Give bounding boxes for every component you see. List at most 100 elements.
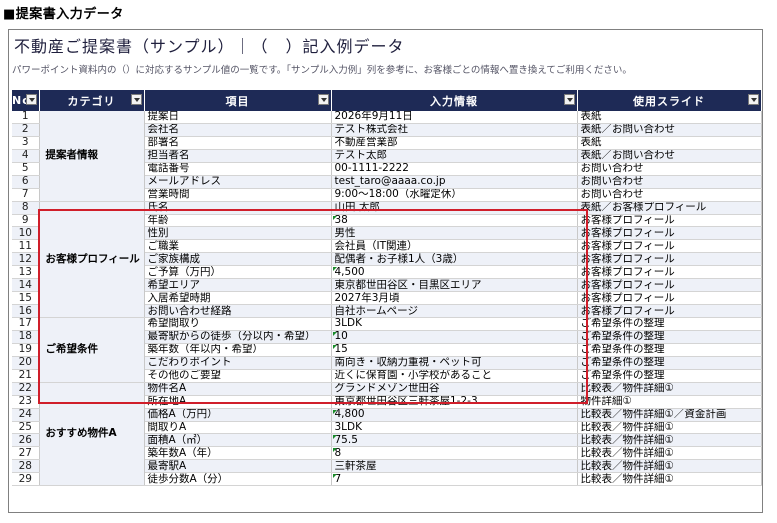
slide-cell[interactable]: お客様プロフィール	[577, 252, 762, 267]
slide-cell[interactable]: お問い合わせ	[577, 188, 762, 202]
input-value-cell[interactable]: 3LDK	[331, 317, 578, 331]
input-value-cell[interactable]: 15	[331, 343, 578, 357]
slide-cell[interactable]: ご希望条件の整理	[577, 330, 762, 344]
item-cell[interactable]: 提案日	[144, 111, 332, 124]
item-cell[interactable]: 最寄駅A	[144, 459, 332, 474]
item-cell[interactable]: 希望エリア	[144, 278, 332, 293]
input-value-cell[interactable]: グランドメゾン世田谷	[331, 382, 578, 396]
input-value-cell[interactable]: 3LDK	[331, 421, 578, 435]
item-cell[interactable]: ご職業	[144, 239, 332, 254]
item-cell[interactable]: メールアドレス	[144, 175, 332, 189]
row-number-cell[interactable]: 4	[12, 149, 40, 163]
input-value-cell[interactable]: 9:00～18:00（水曜定休）	[331, 188, 578, 202]
item-cell[interactable]: その他のご要望	[144, 369, 332, 383]
slide-cell[interactable]: お客様プロフィール	[577, 226, 762, 241]
item-cell[interactable]: 最寄駅からの徒歩（分以内・希望）	[144, 330, 332, 344]
filter-dropdown-icon[interactable]	[747, 94, 759, 105]
row-number-cell[interactable]: 20	[12, 356, 40, 370]
column-header-item[interactable]: 項目	[144, 90, 332, 111]
input-value-cell[interactable]: 8	[331, 446, 578, 461]
row-number-cell[interactable]: 28	[12, 459, 40, 474]
input-value-cell[interactable]: test_taro@aaaa.co.jp	[331, 175, 578, 189]
item-cell[interactable]: ご予算（万円）	[144, 265, 332, 280]
row-number-cell[interactable]: 6	[12, 175, 40, 189]
category-cell[interactable]: ご希望条件	[39, 317, 145, 383]
row-number-cell[interactable]: 17	[12, 317, 40, 331]
row-number-cell[interactable]: 10	[12, 226, 40, 241]
input-value-cell[interactable]: 00-1111-2222	[331, 162, 578, 176]
row-number-cell[interactable]: 25	[12, 421, 40, 435]
slide-cell[interactable]: 比較表／物件詳細①／資金計画	[577, 408, 762, 422]
slide-cell[interactable]: お問い合わせ	[577, 175, 762, 189]
input-value-cell[interactable]: 75.5	[331, 433, 578, 448]
row-number-cell[interactable]: 21	[12, 369, 40, 383]
input-value-cell[interactable]: 三軒茶屋	[331, 459, 578, 474]
input-value-cell[interactable]: 不動産営業部	[331, 136, 578, 150]
slide-cell[interactable]: 物件詳細①	[577, 395, 762, 409]
slide-cell[interactable]: お客様プロフィール	[577, 291, 762, 306]
input-value-cell[interactable]: 7	[331, 472, 578, 487]
slide-cell[interactable]: 比較表／物件詳細①	[577, 446, 762, 461]
item-cell[interactable]: お問い合わせ経路	[144, 304, 332, 318]
row-number-cell[interactable]: 7	[12, 188, 40, 202]
slide-cell[interactable]: お客様プロフィール	[577, 239, 762, 254]
category-cell[interactable]: 提案者情報	[39, 111, 145, 202]
input-value-cell[interactable]: 男性	[331, 226, 578, 241]
column-header-input[interactable]: 入力情報	[331, 90, 578, 111]
row-number-cell[interactable]: 24	[12, 408, 40, 422]
slide-cell[interactable]: 比較表／物件詳細①	[577, 382, 762, 396]
item-cell[interactable]: 価格A（万円）	[144, 408, 332, 422]
input-value-cell[interactable]: 南向き・収納力重視・ペット可	[331, 356, 578, 370]
item-cell[interactable]: 入居希望時期	[144, 291, 332, 306]
slide-cell[interactable]: 表紙	[577, 136, 762, 150]
input-value-cell[interactable]: 東京都世田谷区三軒茶屋1-2-3	[331, 395, 578, 409]
item-cell[interactable]: 築年数A（年）	[144, 446, 332, 461]
row-number-cell[interactable]: 18	[12, 330, 40, 344]
filter-dropdown-icon[interactable]	[317, 94, 329, 105]
item-cell[interactable]: 間取りA	[144, 421, 332, 435]
input-value-cell[interactable]: 4,500	[331, 265, 578, 280]
input-value-cell[interactable]: 2026年9月11日	[331, 111, 578, 124]
input-value-cell[interactable]: テスト太郎	[331, 149, 578, 163]
input-value-cell[interactable]: 自社ホームページ	[331, 304, 578, 318]
filter-dropdown-icon[interactable]	[130, 94, 142, 105]
slide-cell[interactable]: 表紙	[577, 111, 762, 124]
input-value-cell[interactable]: テスト株式会社	[331, 123, 578, 137]
slide-cell[interactable]: 比較表／物件詳細①	[577, 433, 762, 448]
item-cell[interactable]: 徒歩分数A（分）	[144, 472, 332, 487]
item-cell[interactable]: 築年数（年以内・希望）	[144, 343, 332, 357]
input-value-cell[interactable]: 近くに保育園・小学校があること	[331, 369, 578, 383]
input-value-cell[interactable]: 配偶者・お子様1人（3歳）	[331, 252, 578, 267]
row-number-cell[interactable]: 5	[12, 162, 40, 176]
item-cell[interactable]: 営業時間	[144, 188, 332, 202]
item-cell[interactable]: 所在地A	[144, 395, 332, 409]
slide-cell[interactable]: ご希望条件の整理	[577, 317, 762, 331]
row-number-cell[interactable]: 23	[12, 395, 40, 409]
item-cell[interactable]: 担当者名	[144, 149, 332, 163]
row-number-cell[interactable]: 19	[12, 343, 40, 357]
category-cell[interactable]: おすすめ物件A	[39, 382, 145, 487]
category-cell[interactable]: お客様プロフィール	[39, 201, 145, 319]
row-number-cell[interactable]: 8	[12, 201, 40, 215]
item-cell[interactable]: 会社名	[144, 123, 332, 137]
column-header-slide[interactable]: 使用スライド	[577, 90, 762, 111]
input-value-cell[interactable]: 会社員（IT関連）	[331, 239, 578, 254]
row-number-cell[interactable]: 13	[12, 265, 40, 280]
slide-cell[interactable]: ご希望条件の整理	[577, 343, 762, 357]
row-number-cell[interactable]: 9	[12, 214, 40, 228]
column-header-category[interactable]: カテゴリ	[39, 90, 145, 111]
slide-cell[interactable]: 比較表／物件詳細①	[577, 472, 762, 487]
row-number-cell[interactable]: 1	[12, 111, 40, 124]
slide-cell[interactable]: 表紙／お客様プロフィール	[577, 201, 762, 215]
input-value-cell[interactable]: 山田 太郎	[331, 201, 578, 215]
row-number-cell[interactable]: 22	[12, 382, 40, 396]
slide-cell[interactable]: 比較表／物件詳細①	[577, 459, 762, 474]
filter-dropdown-icon[interactable]	[25, 94, 37, 105]
row-number-cell[interactable]: 29	[12, 472, 40, 487]
item-cell[interactable]: こだわりポイント	[144, 356, 332, 370]
slide-cell[interactable]: お客様プロフィール	[577, 265, 762, 280]
slide-cell[interactable]: お問い合わせ	[577, 162, 762, 176]
input-value-cell[interactable]: 38	[331, 214, 578, 228]
input-value-cell[interactable]: 4,800	[331, 408, 578, 422]
slide-cell[interactable]: お客様プロフィール	[577, 304, 762, 318]
